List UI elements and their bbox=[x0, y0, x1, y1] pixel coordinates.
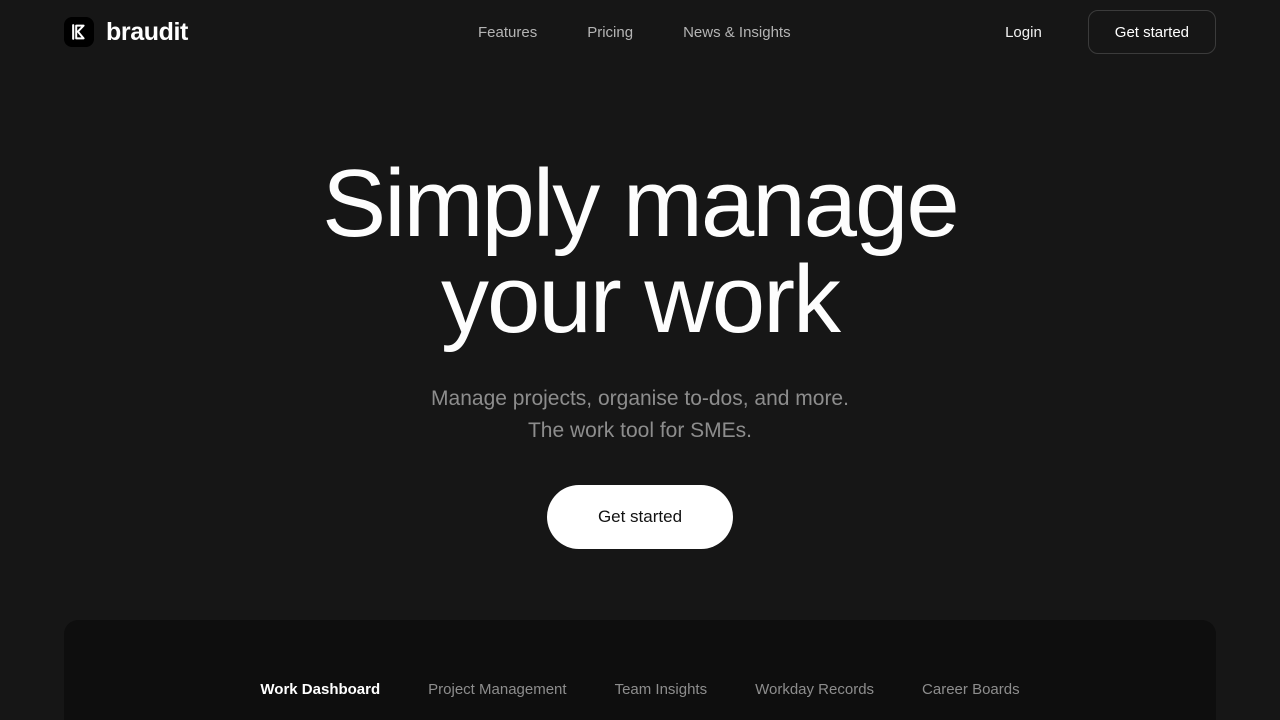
tab-team-insights[interactable]: Team Insights bbox=[591, 680, 732, 700]
hero-subtitle-line-1: Manage projects, organise to-dos, and mo… bbox=[431, 387, 849, 410]
hero-headline-line-1: Simply manage bbox=[322, 150, 960, 257]
showcase-panel: Work Dashboard Project Management Team I… bbox=[64, 620, 1216, 720]
login-link[interactable]: Login bbox=[1005, 24, 1042, 41]
tab-workday-records[interactable]: Workday Records bbox=[731, 680, 898, 700]
primary-nav: Features Pricing News & Insights bbox=[478, 0, 791, 64]
hero-section: Simply manage your work Manage projects,… bbox=[0, 64, 1280, 549]
showcase-tab-list: Work Dashboard Project Management Team I… bbox=[64, 680, 1216, 700]
tab-work-dashboard[interactable]: Work Dashboard bbox=[236, 680, 404, 700]
site-header: braudit Features Pricing News & Insights… bbox=[0, 0, 1280, 64]
hero-subtitle-line-2: The work tool for SMEs. bbox=[527, 419, 753, 442]
hero-cta-container: Get started bbox=[0, 485, 1280, 549]
braudit-bracket-logo-icon bbox=[64, 17, 94, 47]
header-actions: Login Get started bbox=[1005, 0, 1216, 64]
hero-headline-line-2: your work bbox=[440, 246, 841, 353]
brand-logo[interactable]: braudit bbox=[64, 17, 188, 47]
header-get-started-button[interactable]: Get started bbox=[1087, 10, 1216, 54]
tab-project-management[interactable]: Project Management bbox=[404, 680, 590, 700]
tab-career-boards[interactable]: Career Boards bbox=[898, 680, 1044, 700]
nav-link-pricing[interactable]: Pricing bbox=[587, 24, 633, 41]
hero-subtitle: Manage projects, organise to-dos, and mo… bbox=[0, 383, 1280, 447]
hero-headline: Simply manage your work bbox=[0, 156, 1280, 348]
brand-name: braudit bbox=[106, 17, 188, 46]
nav-link-features[interactable]: Features bbox=[478, 24, 537, 41]
nav-link-news-insights[interactable]: News & Insights bbox=[683, 24, 791, 41]
hero-get-started-button[interactable]: Get started bbox=[547, 485, 733, 549]
